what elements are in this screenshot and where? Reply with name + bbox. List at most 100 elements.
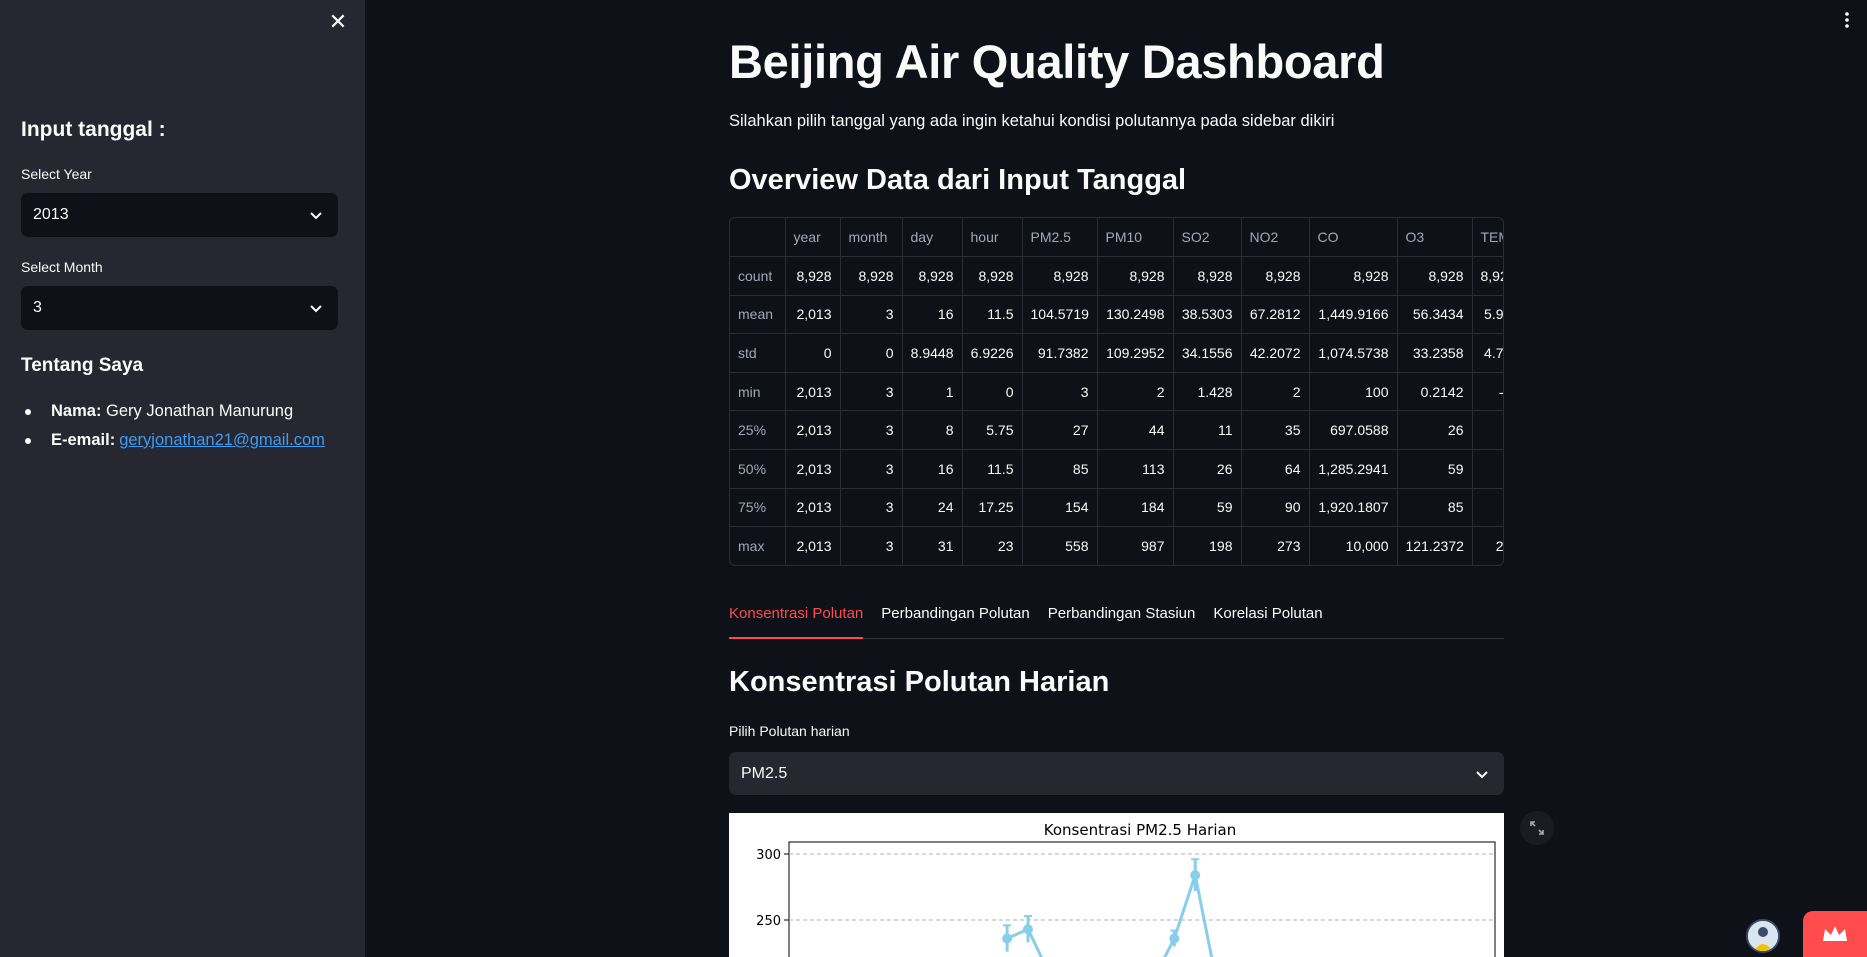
table-cell[interactable]: 2,013 [785,295,841,335]
table-cell[interactable]: 38.5303 [1173,295,1242,335]
table-cell[interactable]: 113 [1097,449,1174,489]
main-menu-icon[interactable] [1840,10,1854,30]
table-cell[interactable]: 5.75 [962,410,1023,451]
table-cell[interactable]: 8,928 [1309,256,1398,296]
table-header-cell[interactable]: CO [1309,218,1398,258]
table-cell[interactable]: 0.2142 [1397,372,1473,412]
table-cell[interactable]: 34.1556 [1173,333,1242,373]
table-cell[interactable]: 56.3434 [1397,295,1473,335]
table-cell[interactable]: 558 [1022,526,1098,565]
table-cell[interactable] [1472,488,1503,528]
table-row-header[interactable]: min [730,372,786,412]
table-cell[interactable]: 27 [1022,410,1098,451]
select-month-dropdown[interactable]: 3 [21,286,338,330]
table-cell[interactable]: 10,000 [1309,526,1398,565]
table-header-cell[interactable]: day [902,218,963,258]
email-link[interactable]: geryjonathan21@gmail.com [119,431,325,450]
table-cell[interactable]: 104.5719 [1022,295,1098,335]
table-cell[interactable]: 697.0588 [1309,410,1398,451]
table-cell[interactable]: 8,928 [902,256,963,296]
table-cell[interactable]: 8,928 [1397,256,1473,296]
table-row-header[interactable]: count [730,256,786,296]
table-header-cell[interactable]: PM10 [1097,218,1174,258]
select-year-dropdown[interactable]: 2013 [21,193,338,237]
table-cell[interactable]: 1.428 [1173,372,1242,412]
table-cell[interactable]: 3 [840,488,903,528]
table-cell[interactable]: 1,449.9166 [1309,295,1398,335]
table-row-header[interactable]: 25% [730,410,786,451]
table-cell[interactable]: 33.2358 [1397,333,1473,373]
table-cell[interactable]: 5.9 [1472,295,1503,335]
table-cell[interactable]: 8,928 [1173,256,1242,296]
table-header-cell[interactable]: SO2 [1173,218,1242,258]
table-cell[interactable]: - [1472,372,1503,412]
table-header-cell[interactable]: PM2.5 [1022,218,1098,258]
table-header-cell[interactable]: TEMP [1472,218,1503,258]
tab-korelasi-polutan[interactable]: Korelasi Polutan [1213,602,1322,639]
table-cell[interactable]: 130.2498 [1097,295,1174,335]
table-header-cell[interactable]: month [840,218,903,258]
table-cell[interactable]: 59 [1173,488,1242,528]
table-row-header[interactable]: 75% [730,488,786,528]
table-cell[interactable]: 3 [1022,372,1098,412]
table-cell[interactable] [1472,410,1503,451]
table-cell[interactable]: 16 [902,295,963,335]
table-header-cell[interactable] [730,218,786,258]
table-cell[interactable]: 273 [1241,526,1310,565]
table-cell[interactable]: 11.5 [962,449,1023,489]
table-cell[interactable]: 85 [1397,488,1473,528]
table-cell[interactable]: 42.2072 [1241,333,1310,373]
table-header-cell[interactable]: year [785,218,841,258]
table-cell[interactable]: 17.25 [962,488,1023,528]
table-cell[interactable]: 184 [1097,488,1174,528]
table-cell[interactable]: 100 [1309,372,1398,412]
table-cell[interactable]: 91.7382 [1022,333,1098,373]
table-cell[interactable]: 121.2372 [1397,526,1473,565]
table-cell[interactable]: 3 [840,526,903,565]
table-cell[interactable]: 8,928 [1097,256,1174,296]
table-cell[interactable]: 8,928 [840,256,903,296]
table-cell[interactable]: 26 [1173,449,1242,489]
table-cell[interactable]: 3 [840,410,903,451]
table-cell[interactable]: 2 [1097,372,1174,412]
table-header-cell[interactable]: hour [962,218,1023,258]
streamlit-badge[interactable] [1803,911,1867,957]
table-cell[interactable]: 1,074.5738 [1309,333,1398,373]
table-cell[interactable]: 90 [1241,488,1310,528]
table-cell[interactable]: 26 [1397,410,1473,451]
table-header-cell[interactable]: NO2 [1241,218,1310,258]
table-cell[interactable]: 35 [1241,410,1310,451]
table-row-header[interactable]: max [730,526,786,565]
table-cell[interactable]: 8.9448 [902,333,963,373]
close-icon[interactable]: ✕ [326,10,350,34]
table-cell[interactable]: 198 [1173,526,1242,565]
table-cell[interactable]: 0 [962,372,1023,412]
table-header-cell[interactable]: O3 [1397,218,1473,258]
tab-konsentrasi-polutan[interactable]: Konsentrasi Polutan [729,602,864,639]
table-cell[interactable]: 0 [840,333,903,373]
fullscreen-button[interactable] [1520,811,1554,845]
table-cell[interactable]: 8,928 [1472,256,1503,296]
table-cell[interactable]: 24 [902,488,963,528]
table-cell[interactable]: 1,920.1807 [1309,488,1398,528]
table-row-header[interactable]: mean [730,295,786,335]
tab-perbandingan-polutan[interactable]: Perbandingan Polutan [881,602,1029,639]
table-cell[interactable]: 2,013 [785,410,841,451]
table-cell[interactable]: 67.2812 [1241,295,1310,335]
table-cell[interactable]: 85 [1022,449,1098,489]
table-cell[interactable]: 2 [1472,526,1503,565]
table-cell[interactable]: 3 [840,295,903,335]
table-row-header[interactable]: 50% [730,449,786,489]
tab-perbandingan-stasiun[interactable]: Perbandingan Stasiun [1048,602,1196,639]
table-cell[interactable]: 31 [902,526,963,565]
table-cell[interactable]: 154 [1022,488,1098,528]
table-cell[interactable]: 4.7 [1472,333,1503,373]
table-cell[interactable]: 987 [1097,526,1174,565]
table-cell[interactable]: 16 [902,449,963,489]
table-cell[interactable]: 109.2952 [1097,333,1174,373]
table-cell[interactable]: 2,013 [785,372,841,412]
table-row-header[interactable]: std [730,333,786,373]
table-cell[interactable]: 8,928 [962,256,1023,296]
table-cell[interactable]: 8 [902,410,963,451]
table-cell[interactable] [1472,449,1503,489]
